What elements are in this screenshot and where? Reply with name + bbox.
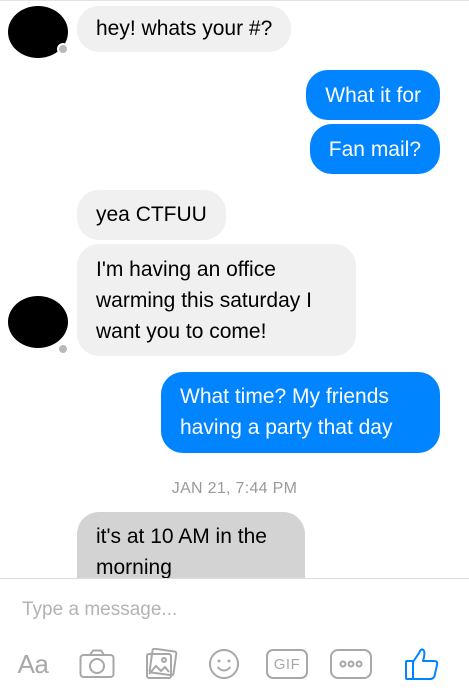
message-bubble-outgoing[interactable]: What time? My friends having a party tha…: [161, 372, 440, 453]
gallery-button[interactable]: [140, 640, 182, 688]
message-line: want you to come!: [96, 320, 267, 343]
more-options-icon: [330, 649, 372, 679]
message-line: warming this saturday I: [96, 289, 312, 312]
like-button[interactable]: [400, 640, 444, 688]
message-line: morning: [96, 556, 172, 578]
seen-indicator-icon: [57, 43, 69, 55]
emoji-button[interactable]: [203, 640, 245, 688]
message-line: What time? My friends: [180, 385, 389, 408]
text-format-icon: Aa: [17, 648, 49, 679]
gif-label: GIF: [273, 655, 301, 673]
message-bubble-incoming[interactable]: I'm having an office warming this saturd…: [77, 244, 356, 356]
thumbs-up-icon: [405, 648, 439, 680]
message-text: yea CTFUU: [96, 203, 207, 226]
composer-toolbar: Aa GIF: [0, 640, 469, 688]
gif-button[interactable]: GIF: [264, 640, 310, 688]
message-bubble-sending[interactable]: it's at 10 AM in the morning: [77, 512, 305, 578]
emoji-icon: [209, 649, 239, 679]
message-line: it's at 10 AM in the: [96, 525, 267, 548]
message-text: hey! whats your #?: [96, 17, 273, 40]
seen-indicator-icon: [57, 343, 69, 355]
message-line: having a party that day: [180, 416, 393, 439]
message-timestamp: JAN 21, 7:44 PM: [171, 480, 298, 497]
gif-icon: GIF: [266, 649, 308, 679]
message-bubble-incoming[interactable]: yea CTFUU: [77, 190, 226, 240]
more-options-button[interactable]: [328, 640, 374, 688]
message-bubble-outgoing[interactable]: Fan mail?: [309, 124, 440, 174]
message-text: Fan mail?: [328, 138, 421, 161]
message-bubble-outgoing[interactable]: What it for: [306, 70, 440, 120]
message-input[interactable]: [22, 598, 442, 622]
composer-divider: [0, 578, 469, 579]
message-thread[interactable]: hey! whats your #? What it for Fan mail?…: [0, 0, 469, 578]
message-bubble-incoming[interactable]: hey! whats your #?: [77, 6, 292, 52]
gallery-icon: [146, 648, 178, 679]
message-line: I'm having an office: [96, 258, 276, 281]
camera-icon: [79, 649, 115, 678]
text-format-button[interactable]: Aa: [10, 640, 56, 688]
camera-button[interactable]: [76, 640, 118, 688]
message-text: What it for: [325, 84, 421, 107]
contact-avatar[interactable]: [8, 296, 68, 348]
